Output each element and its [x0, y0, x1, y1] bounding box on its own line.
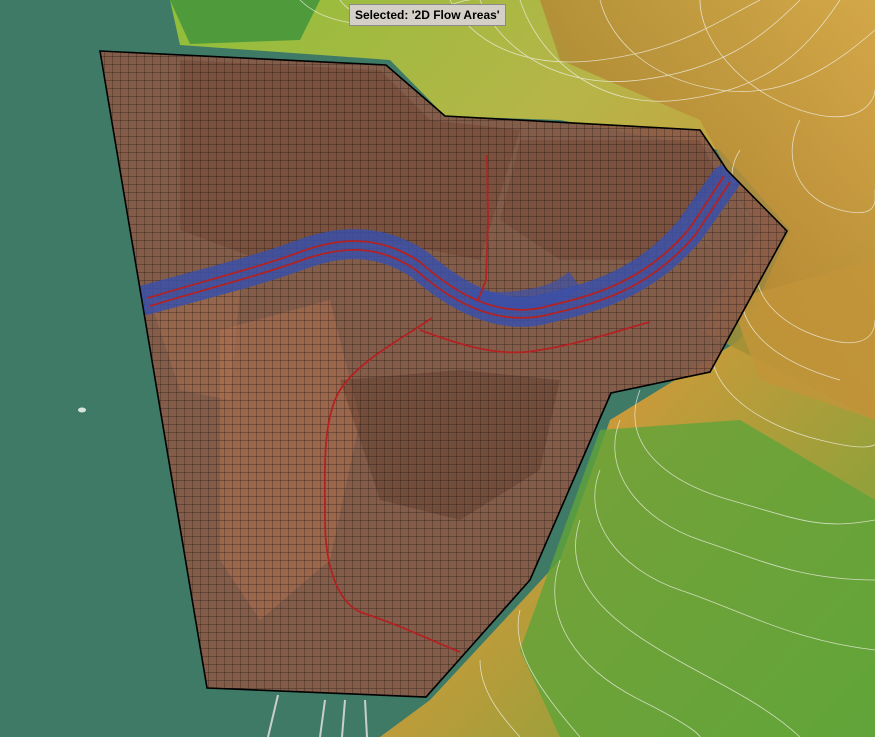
- map-canvas[interactable]: Selected: '2D Flow Areas': [0, 0, 875, 737]
- map-layers: [0, 0, 875, 737]
- selection-status-label: Selected: '2D Flow Areas': [349, 4, 506, 26]
